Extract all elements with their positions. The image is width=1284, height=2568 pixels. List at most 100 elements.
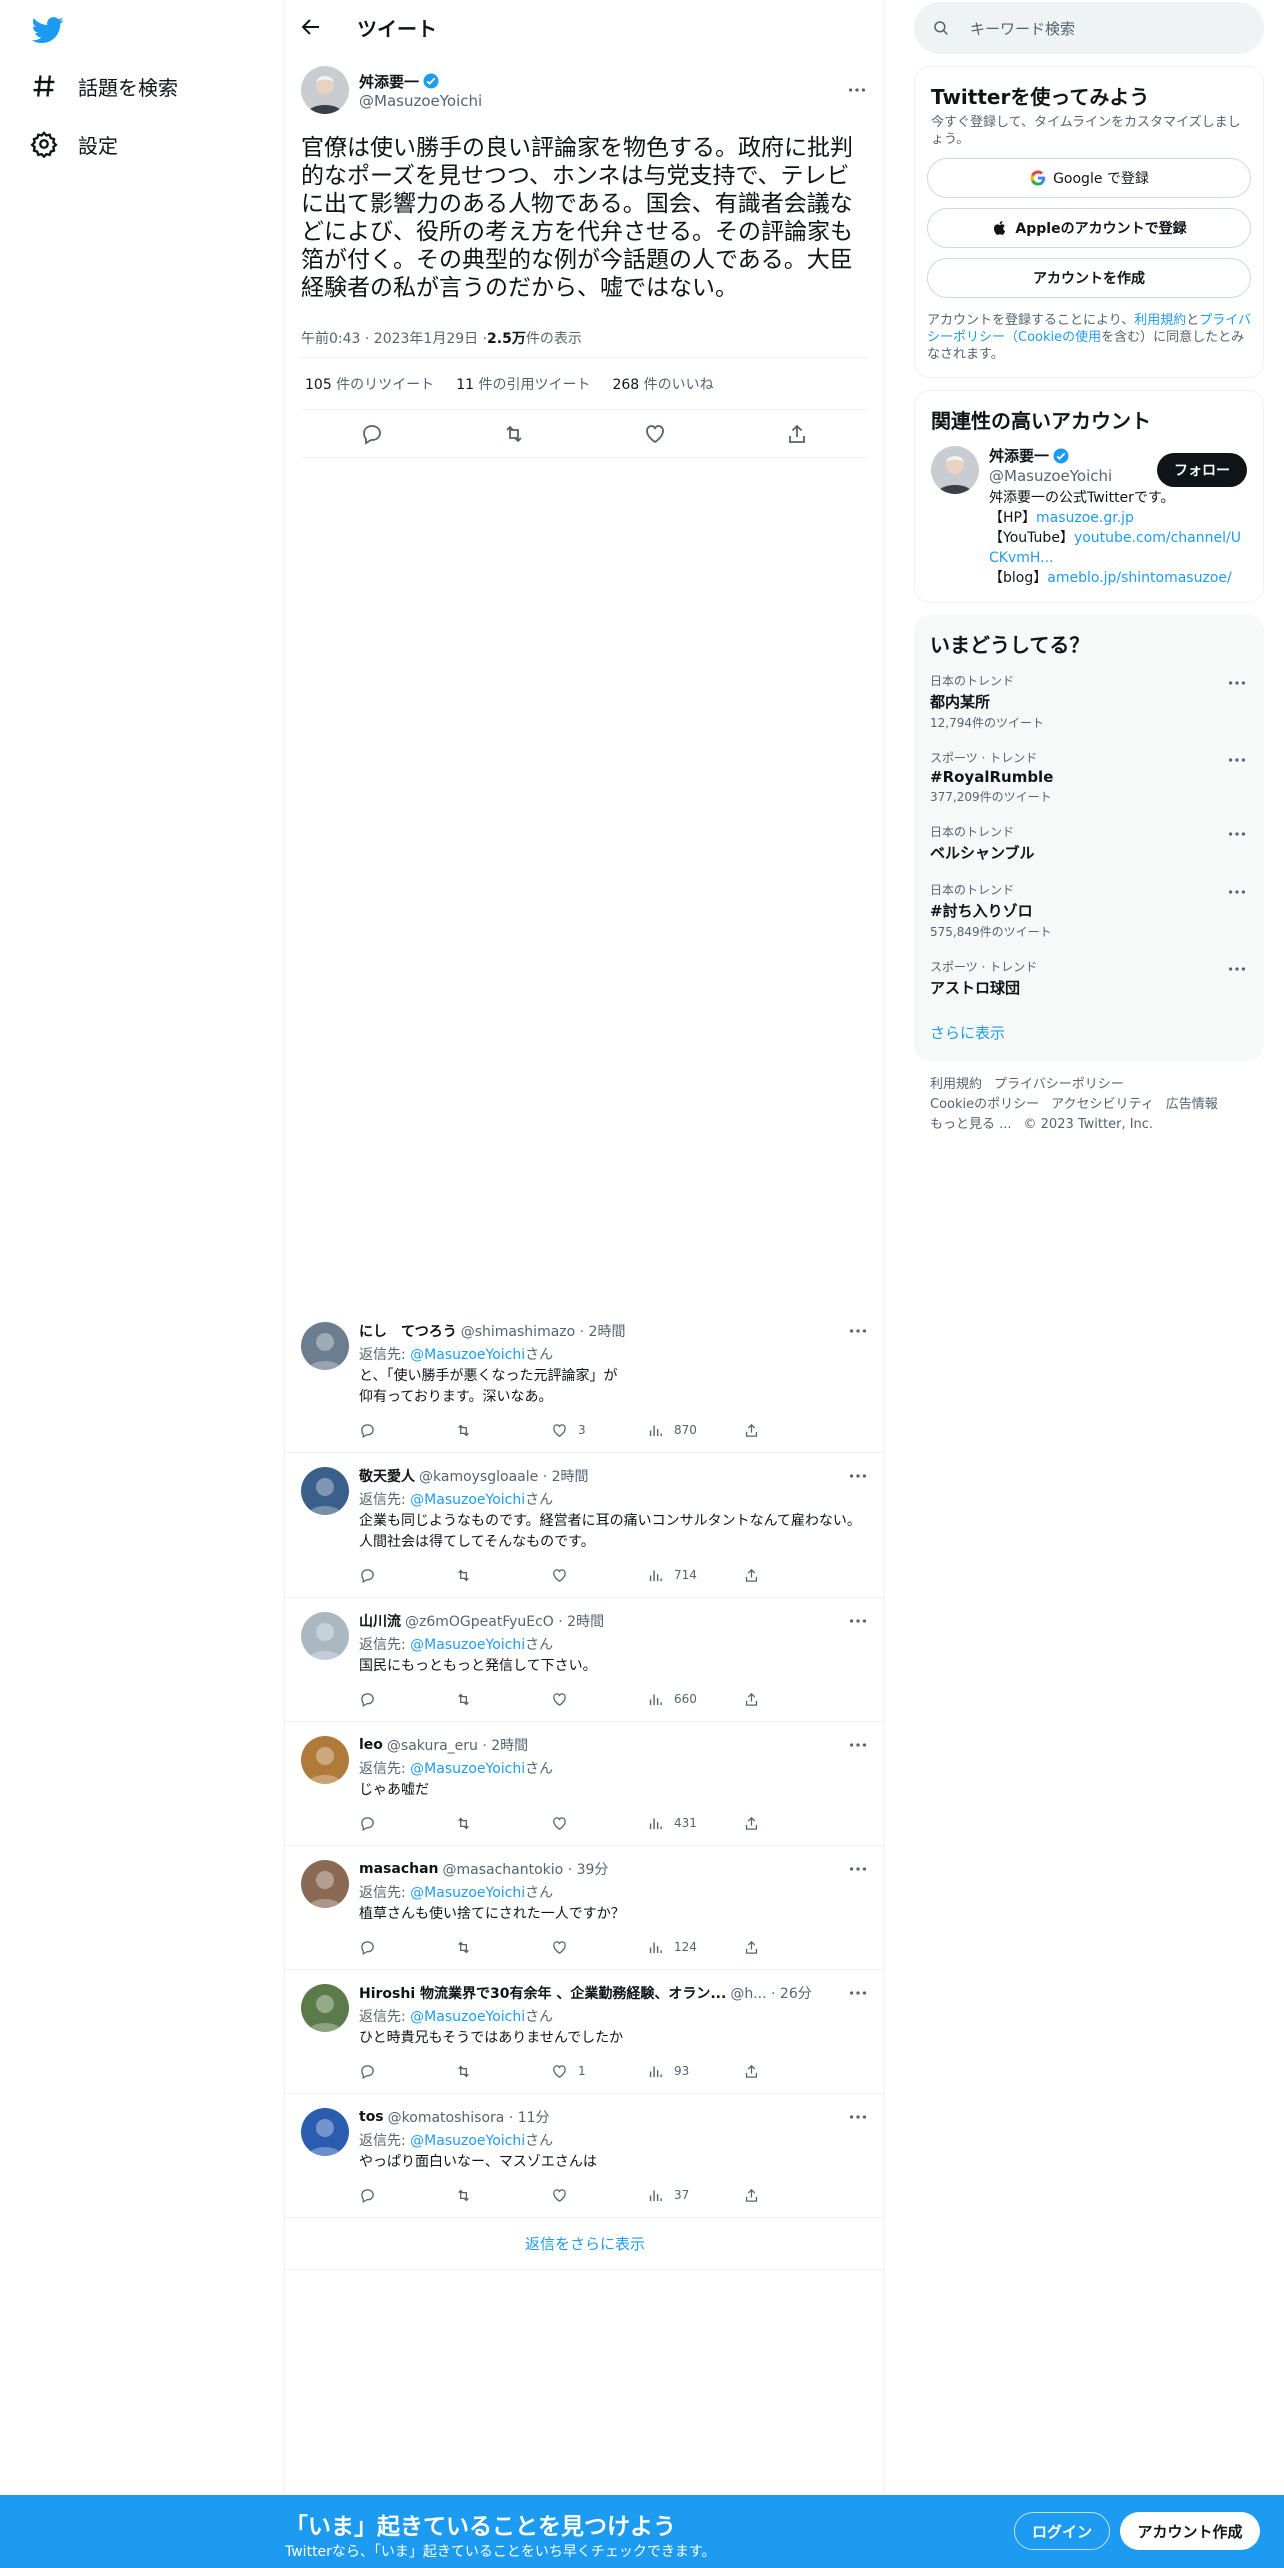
trend-item[interactable]: スポーツ · トレンド アストロ球団 xyxy=(914,948,1264,1006)
more-icon[interactable] xyxy=(1226,749,1248,771)
avatar[interactable] xyxy=(301,1467,349,1515)
reply-author-handle[interactable]: @h... xyxy=(730,1986,766,2002)
mention-link[interactable]: @MasuzoeYoichi xyxy=(410,1492,525,1508)
trend-item[interactable]: 日本のトレンド #討ち入りゾロ 575,849件のツイート xyxy=(914,871,1264,948)
reply-button[interactable] xyxy=(359,1815,455,1832)
views-button[interactable]: 870 xyxy=(647,1422,743,1439)
login-button[interactable]: ログイン xyxy=(1014,2512,1110,2550)
like-button[interactable] xyxy=(551,2187,647,2204)
reply-tweet[interactable]: にし てつろう @shimashimazo · 2時間 返信先: @MasuzoeY… xyxy=(285,1308,885,1453)
search-input[interactable]: キーワード検索 xyxy=(970,18,1075,39)
like-button[interactable] xyxy=(551,1691,647,1708)
author-name[interactable]: 舛添要一 xyxy=(359,71,419,92)
terms-link[interactable]: 利用規約 xyxy=(1134,313,1186,328)
reply-time[interactable]: · 39分 xyxy=(568,1862,609,1878)
more-icon[interactable] xyxy=(847,1982,869,2004)
related-account[interactable]: 舛添要一 @MasuzoeYoichi 舛添要一の公式Twitterです。 【H… xyxy=(915,438,1263,602)
reply-tweet[interactable]: masachan @masachantokio · 39分 返信先: @Masuzo… xyxy=(285,1846,885,1970)
footer-ads[interactable]: 広告情報 xyxy=(1166,1097,1218,1112)
author-handle[interactable]: @MasuzoeYoichi xyxy=(359,92,846,110)
nav-explore[interactable]: 話題を検索 xyxy=(30,66,178,106)
reply-author-handle[interactable]: @masachantokio xyxy=(443,1862,564,1878)
share-button[interactable] xyxy=(743,1567,839,1584)
retweet-button[interactable] xyxy=(455,1422,551,1439)
reply-author-handle[interactable]: @z6mOGpeatFyuEcO xyxy=(405,1614,554,1630)
mention-link[interactable]: @MasuzoeYoichi xyxy=(410,1347,525,1363)
share-button[interactable] xyxy=(743,1422,839,1439)
reply-author-handle[interactable]: @sakura_eru xyxy=(387,1738,478,1754)
more-icon[interactable] xyxy=(847,2106,869,2128)
more-icon[interactable] xyxy=(847,1320,869,1342)
retweet-button[interactable] xyxy=(455,1567,551,1584)
reply-button[interactable] xyxy=(359,2187,455,2204)
retweet-button[interactable] xyxy=(455,1691,551,1708)
nav-settings[interactable]: 設定 xyxy=(30,124,118,164)
reply-button[interactable] xyxy=(359,1422,455,1439)
more-icon[interactable] xyxy=(847,1858,869,1880)
avatar[interactable] xyxy=(301,1860,349,1908)
reply-author-name[interactable]: 山川流 xyxy=(359,1611,401,1631)
apple-signup-button[interactable]: Appleのアカウントで登録 xyxy=(927,208,1251,248)
reply-tweet[interactable]: tos @komatoshisora · 11分 返信先: @MasuzoeYoic… xyxy=(285,2094,885,2218)
reply-time[interactable]: · 2時間 xyxy=(558,1614,604,1630)
more-icon[interactable] xyxy=(847,1610,869,1632)
retweets-stat[interactable]: 105 件のリツイート xyxy=(305,374,434,394)
reply-author-name[interactable]: tos xyxy=(359,2109,384,2125)
like-button[interactable]: 3 xyxy=(551,1422,647,1439)
retweet-button[interactable] xyxy=(455,2187,551,2204)
create-account-button[interactable]: アカウントを作成 xyxy=(927,258,1251,298)
reply-time[interactable]: · 2時間 xyxy=(543,1469,589,1485)
reply-button[interactable] xyxy=(359,1567,455,1584)
trends-show-more[interactable]: さらに表示 xyxy=(914,1006,1264,1061)
reply-time[interactable]: · 2時間 xyxy=(580,1324,626,1340)
more-icon[interactable] xyxy=(847,1465,869,1487)
likes-stat[interactable]: 268 件のいいね xyxy=(612,374,713,394)
footer-more[interactable]: もっと見る ... xyxy=(930,1117,1012,1132)
avatar[interactable] xyxy=(301,1322,349,1370)
like-button[interactable] xyxy=(551,1815,647,1832)
trend-item[interactable]: スポーツ · トレンド #RoyalRumble 377,209件のツイート xyxy=(914,739,1264,813)
quotes-stat[interactable]: 11 件の引用ツイート xyxy=(456,374,590,394)
like-button[interactable] xyxy=(551,1567,647,1584)
more-icon[interactable] xyxy=(1226,823,1248,845)
views-button[interactable]: 660 xyxy=(647,1691,743,1708)
more-icon[interactable] xyxy=(847,1734,869,1756)
footer-privacy[interactable]: プライバシーポリシー xyxy=(994,1077,1124,1092)
trend-item[interactable]: 日本のトレンド 都内某所 12,794件のツイート xyxy=(914,662,1264,739)
mention-link[interactable]: @MasuzoeYoichi xyxy=(410,2133,525,2149)
trend-item[interactable]: 日本のトレンド ベルシャンブル xyxy=(914,813,1264,871)
avatar[interactable] xyxy=(301,1612,349,1660)
twitter-logo-icon[interactable] xyxy=(30,14,66,46)
more-icon[interactable] xyxy=(1226,672,1248,694)
search-box[interactable]: キーワード検索 xyxy=(914,2,1264,54)
avatar[interactable] xyxy=(301,2108,349,2156)
like-icon[interactable] xyxy=(643,422,667,446)
reply-author-name[interactable]: masachan xyxy=(359,1861,439,1877)
reply-tweet[interactable]: Hiroshi 物流業界で30有余年 、企業勤務経験、オラン... @h... ·… xyxy=(285,1970,885,2094)
hp-link[interactable]: masuzoe.gr.jp xyxy=(1036,510,1134,526)
google-signup-button[interactable]: Google で登録 xyxy=(927,158,1251,198)
share-icon[interactable] xyxy=(785,422,809,446)
more-icon[interactable] xyxy=(1226,881,1248,903)
reply-author-handle[interactable]: @komatoshisora xyxy=(388,2110,505,2126)
share-button[interactable] xyxy=(743,1815,839,1832)
related-name[interactable]: 舛添要一 xyxy=(989,446,1049,466)
share-button[interactable] xyxy=(743,2187,839,2204)
avatar[interactable] xyxy=(301,66,349,114)
mention-link[interactable]: @MasuzoeYoichi xyxy=(410,1885,525,1901)
retweet-icon[interactable] xyxy=(502,422,526,446)
reply-time[interactable]: · 2時間 xyxy=(482,1738,528,1754)
reply-time[interactable]: · 11分 xyxy=(509,2110,550,2126)
more-icon[interactable] xyxy=(1226,958,1248,980)
back-arrow-icon[interactable] xyxy=(299,15,323,39)
avatar[interactable] xyxy=(931,446,979,494)
avatar[interactable] xyxy=(301,1736,349,1784)
reply-button[interactable] xyxy=(359,2063,455,2080)
reply-time[interactable]: · 26分 xyxy=(771,1986,812,2002)
like-button[interactable] xyxy=(551,1939,647,1956)
views-button[interactable]: 431 xyxy=(647,1815,743,1832)
reply-tweet[interactable]: 山川流 @z6mOGpeatFyuEcO · 2時間 返信先: @MasuzoeYo… xyxy=(285,1598,885,1722)
share-button[interactable] xyxy=(743,2063,839,2080)
share-button[interactable] xyxy=(743,1939,839,1956)
share-button[interactable] xyxy=(743,1691,839,1708)
